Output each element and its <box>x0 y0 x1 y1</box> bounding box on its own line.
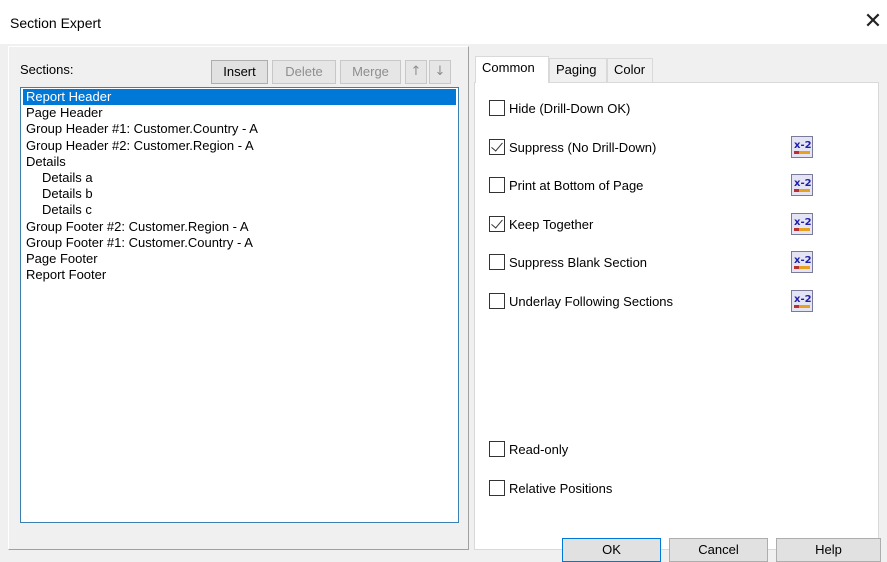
option-row[interactable]: Suppress (No Drill-Down) <box>489 138 656 156</box>
option-label: Underlay Following Sections <box>509 293 674 309</box>
close-icon[interactable]: ✕ <box>859 8 887 36</box>
option-label: Read-only <box>509 441 569 457</box>
option-row[interactable]: Suppress Blank Section <box>489 253 647 271</box>
option-label: Suppress Blank Section <box>509 254 648 270</box>
section-item[interactable]: Page Footer <box>23 251 101 267</box>
option-label: Relative Positions <box>509 480 613 496</box>
merge-button[interactable]: Merge <box>340 60 401 84</box>
section-item[interactable]: Details b <box>23 186 96 202</box>
checkbox[interactable] <box>489 254 505 270</box>
option-row[interactable]: Underlay Following Sections <box>489 292 673 310</box>
formula-icon-text: x-2 <box>794 178 812 189</box>
option-row[interactable]: Print at Bottom of Page <box>489 176 643 194</box>
sections-label: Sections: <box>20 62 74 77</box>
option-row[interactable]: Read-only <box>489 440 568 458</box>
move-down-button[interactable]: ↓ <box>429 60 451 84</box>
formula-editor-icon: x-2 <box>791 174 813 196</box>
section-item[interactable]: Page Header <box>23 105 106 121</box>
section-item[interactable]: Report Header <box>23 89 456 105</box>
section-item[interactable]: Report Footer <box>23 267 109 283</box>
option-row[interactable]: Relative Positions <box>489 479 612 497</box>
section-item[interactable]: Group Footer #2: Customer.Region - A <box>23 219 252 235</box>
move-up-button[interactable]: ↑ <box>405 60 427 84</box>
formula-icon-text: x-2 <box>794 217 812 228</box>
formula-button[interactable]: x-2 <box>791 136 813 158</box>
option-label: Suppress (No Drill-Down) <box>509 139 657 155</box>
section-item[interactable]: Details a <box>23 170 96 186</box>
checkbox[interactable] <box>489 139 505 155</box>
formula-button[interactable]: x-2 <box>791 251 813 273</box>
formula-button[interactable]: x-2 <box>791 174 813 196</box>
formula-icon-text: x-2 <box>794 255 812 266</box>
checkbox[interactable] <box>489 216 505 232</box>
formula-icon-text: x-2 <box>794 140 812 151</box>
checkbox[interactable] <box>489 177 505 193</box>
checkbox[interactable] <box>489 480 505 496</box>
formula-icon-text: x-2 <box>794 294 812 305</box>
section-item[interactable]: Details <box>23 154 69 170</box>
option-label: Print at Bottom of Page <box>509 177 644 193</box>
title-bar: Section Expert ✕ <box>0 0 887 44</box>
formula-editor-icon: x-2 <box>791 213 813 235</box>
ok-button[interactable]: OK <box>562 538 661 562</box>
formula-editor-icon: x-2 <box>791 136 813 158</box>
tab-paging[interactable]: Paging <box>549 58 607 82</box>
option-row[interactable]: Keep Together <box>489 215 593 233</box>
checkbox[interactable] <box>489 293 505 309</box>
help-button[interactable]: Help <box>776 538 881 562</box>
checkbox[interactable] <box>489 441 505 457</box>
section-item[interactable]: Group Header #2: Customer.Region - A <box>23 138 257 154</box>
tab-color[interactable]: Color <box>607 58 653 82</box>
formula-button[interactable]: x-2 <box>791 290 813 312</box>
section-item[interactable]: Details c <box>23 202 95 218</box>
insert-button[interactable]: Insert <box>211 60 268 84</box>
tab-common[interactable]: Common <box>475 56 549 83</box>
arrow-down-icon: ↓ <box>434 64 446 79</box>
section-item[interactable]: Group Header #1: Customer.Country - A <box>23 121 261 137</box>
window-title: Section Expert <box>10 15 102 31</box>
option-row[interactable]: Hide (Drill-Down OK) <box>489 99 630 117</box>
formula-editor-icon: x-2 <box>791 251 813 273</box>
sections-list[interactable]: Report Header Page Header Group Header #1:… <box>20 87 459 523</box>
option-label: Keep Together <box>509 216 594 232</box>
delete-button[interactable]: Delete <box>272 60 336 84</box>
option-label: Hide (Drill-Down OK) <box>509 100 631 116</box>
cancel-button[interactable]: Cancel <box>669 538 768 562</box>
section-item[interactable]: Group Footer #1: Customer.Country - A <box>23 235 256 251</box>
checkbox[interactable] <box>489 100 505 116</box>
arrow-up-icon: ↑ <box>410 64 422 79</box>
formula-editor-icon: x-2 <box>791 290 813 312</box>
formula-button[interactable]: x-2 <box>791 213 813 235</box>
